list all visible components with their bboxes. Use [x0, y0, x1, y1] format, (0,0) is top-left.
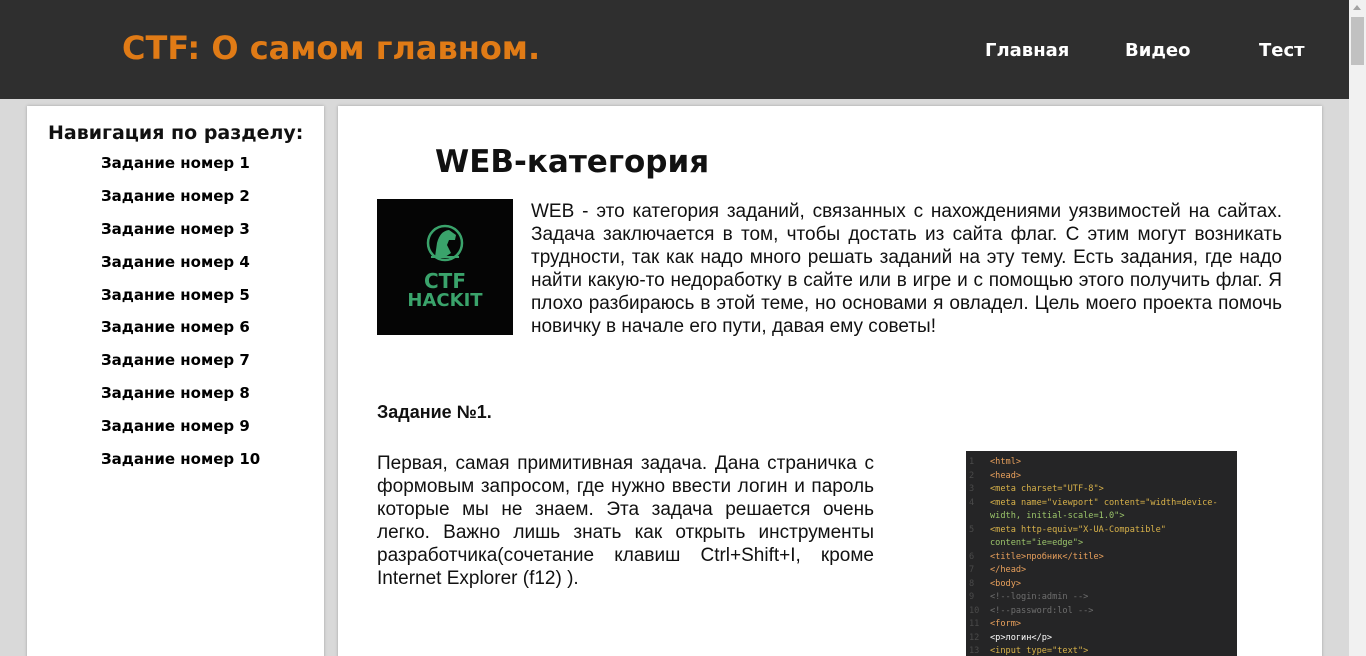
sidebar-item: Задание номер 4: [101, 253, 260, 286]
code-line: 8 <body>: [969, 578, 1022, 589]
sidebar-title: Навигация по разделу:: [48, 122, 304, 144]
site-header: CTF: О самом главном. Главная Видео Тест: [0, 0, 1349, 99]
intro-paragraph: WEB - это категория заданий, связанных с…: [531, 201, 1282, 337]
horse-head-icon: [426, 224, 464, 262]
code-line: 5 <meta http-equiv="X-UA-Compatible": [969, 524, 1166, 535]
code-line: 9 <!--login:admin -->: [969, 592, 1089, 602]
sidebar-link-task-6[interactable]: Задание номер 6: [101, 318, 250, 336]
code-line: 1 <html>: [969, 457, 1022, 467]
sidebar-link-task-9[interactable]: Задание номер 9: [101, 417, 250, 435]
code-line: 4 <meta name="viewport" content="width=d…: [969, 497, 1218, 508]
logo-text-hackit: HACKIT: [407, 290, 483, 311]
code-line: 11 <form>: [969, 619, 1022, 629]
sidebar-link-task-8[interactable]: Задание номер 8: [101, 384, 250, 402]
sidebar-item: Задание номер 6: [101, 318, 260, 351]
sidebar-item: Задание номер 9: [101, 417, 260, 450]
code-line: width, initial-scale=1.0">: [990, 511, 1125, 521]
code-line: content="ie=edge">: [990, 538, 1084, 548]
sidebar-item: Задание номер 10: [101, 450, 260, 483]
ctf-hackit-logo: CTF HACKIT: [377, 199, 513, 335]
sidebar-item: Задание номер 1: [101, 154, 260, 187]
task-1-text: Первая, самая примитивная задача. Дана с…: [377, 453, 874, 589]
scroll-up-arrow-icon[interactable]: [1353, 5, 1361, 10]
nav-link-test[interactable]: Тест: [1259, 40, 1305, 61]
code-line: 2 <head>: [969, 470, 1022, 481]
sidebar-item: Задание номер 3: [101, 220, 260, 253]
page-title: WEB-категория: [435, 144, 710, 180]
nav-link-home[interactable]: Главная: [985, 40, 1069, 61]
sidebar-item: Задание номер 5: [101, 286, 260, 319]
main-content: WEB-категория CTF HACKIT WEB - это катег…: [338, 106, 1322, 656]
sidebar-item: Задание номер 7: [101, 351, 260, 384]
page-scrollbar[interactable]: [1349, 0, 1366, 656]
sidebar-link-task-4[interactable]: Задание номер 4: [101, 253, 250, 271]
sidebar-link-task-10[interactable]: Задание номер 10: [101, 450, 260, 468]
code-line: 7 </head>: [969, 565, 1027, 575]
code-line: 10 <!--password:lol -->: [969, 605, 1094, 616]
sidebar-link-task-5[interactable]: Задание номер 5: [101, 286, 250, 304]
sidebar-item: Задание номер 2: [101, 187, 260, 220]
code-line: 3 <meta charset="UTF-8">: [969, 484, 1104, 494]
nav-link-video[interactable]: Видео: [1125, 40, 1190, 61]
sidebar-link-task-2[interactable]: Задание номер 2: [101, 187, 250, 205]
code-line: 13 <input type="text">: [969, 646, 1089, 656]
sidebar-nav: Задание номер 1 Задание номер 2 Задание …: [101, 154, 260, 483]
code-screenshot: 1 <html> 2 <head> 3 <meta charset="UTF-8">…: [966, 451, 1237, 656]
code-line: 12 <p>логин</p>: [969, 632, 1053, 643]
code-line: 6 <title>пробник</title>: [969, 551, 1104, 562]
sidebar-link-task-7[interactable]: Задание номер 7: [101, 351, 250, 369]
sidebar-item: Задание номер 8: [101, 384, 260, 417]
scroll-thumb[interactable]: [1351, 17, 1364, 65]
sidebar: Навигация по разделу: Задание номер 1 За…: [27, 106, 324, 656]
site-title: CTF: О самом главном.: [122, 29, 541, 67]
sidebar-link-task-1[interactable]: Задание номер 1: [101, 154, 250, 172]
sidebar-link-task-3[interactable]: Задание номер 3: [101, 220, 250, 238]
task-1-heading: Задание №1.: [377, 402, 492, 422]
